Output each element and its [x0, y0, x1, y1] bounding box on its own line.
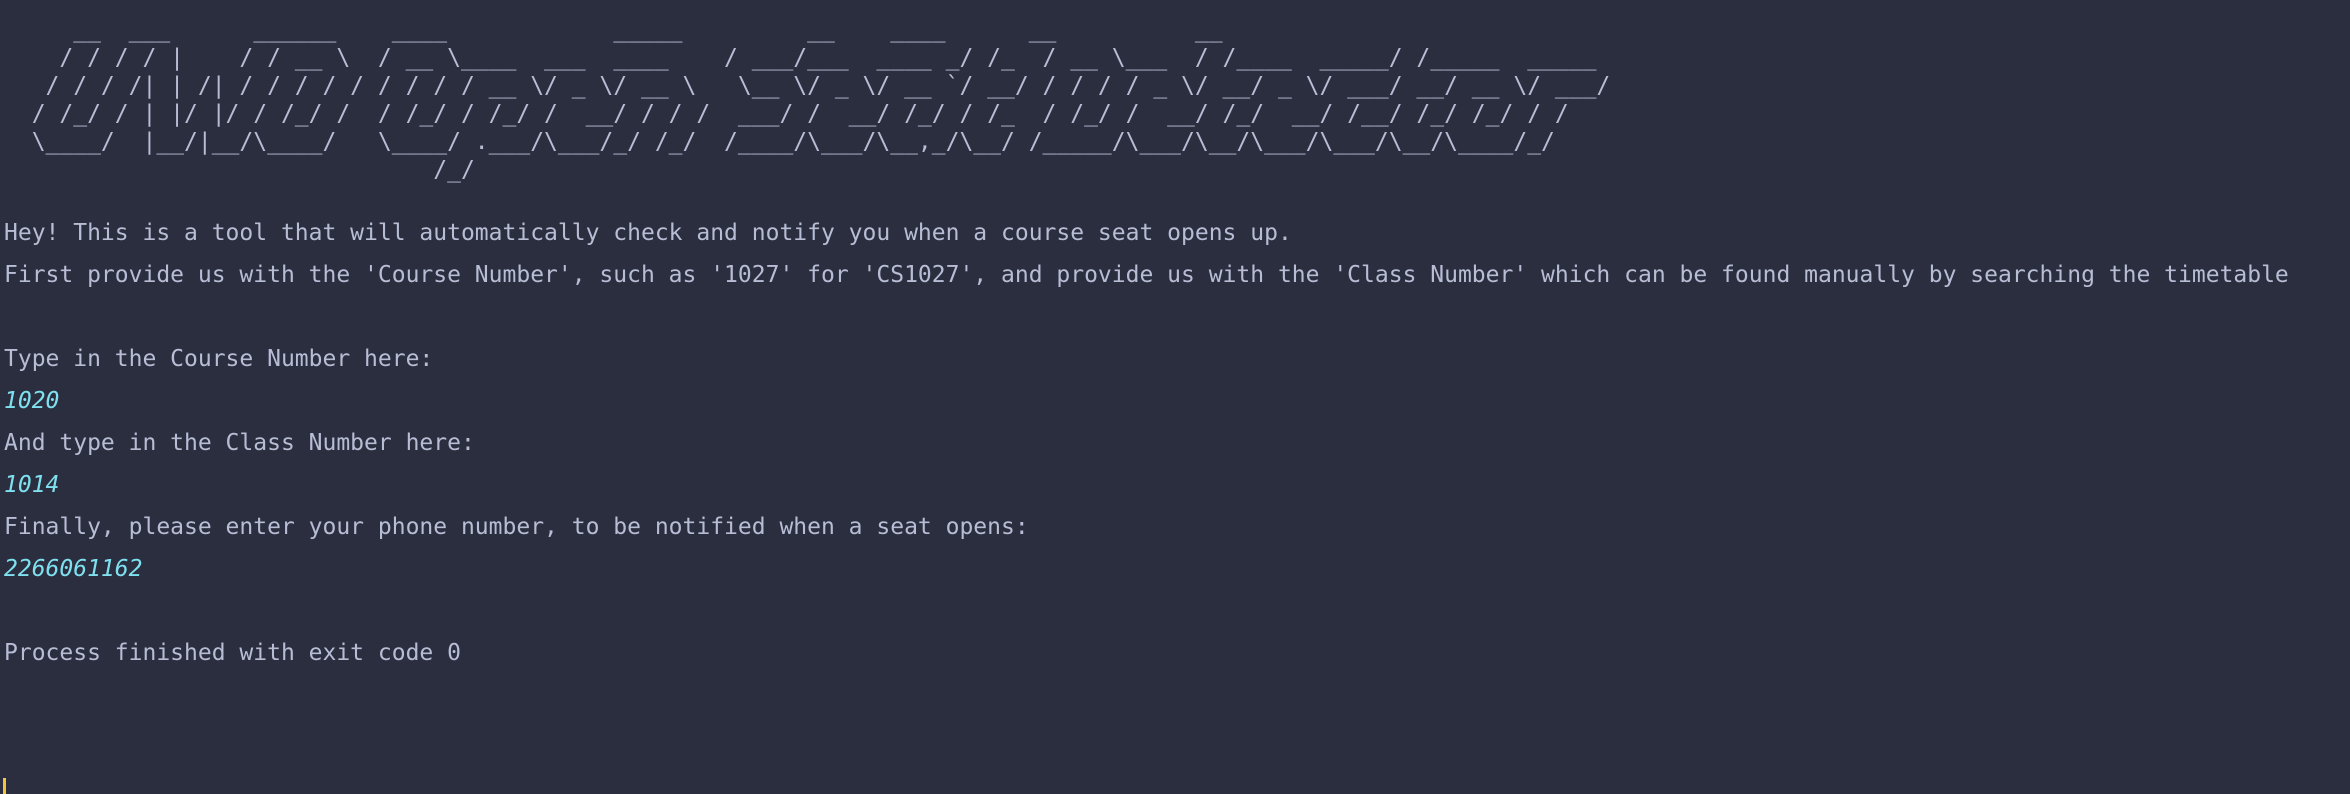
phone-number-input: 2266061162 — [4, 556, 143, 582]
course-number-prompt: Type in the Course Number here: — [4, 346, 434, 372]
class-number-prompt: And type in the Class Number here: — [4, 430, 475, 456]
terminal-output[interactable]: __ ___ ______ ____ _____ __ ____ __ __ /… — [0, 0, 2350, 794]
ascii-banner: __ ___ ______ ____ _____ __ ____ __ __ /… — [31, 17, 1611, 183]
exit-message: Process finished with exit code 0 — [4, 640, 461, 666]
phone-number-prompt: Finally, please enter your phone number,… — [4, 514, 1029, 540]
intro-line-1: Hey! This is a tool that will automatica… — [4, 220, 1292, 246]
class-number-input: 1014 — [4, 472, 60, 498]
console-lines: Hey! This is a tool that will automatica… — [4, 212, 2350, 674]
intro-line-2: First provide us with the 'Course Number… — [4, 262, 2289, 288]
course-number-input: 1020 — [4, 388, 60, 414]
text-cursor — [3, 778, 6, 794]
